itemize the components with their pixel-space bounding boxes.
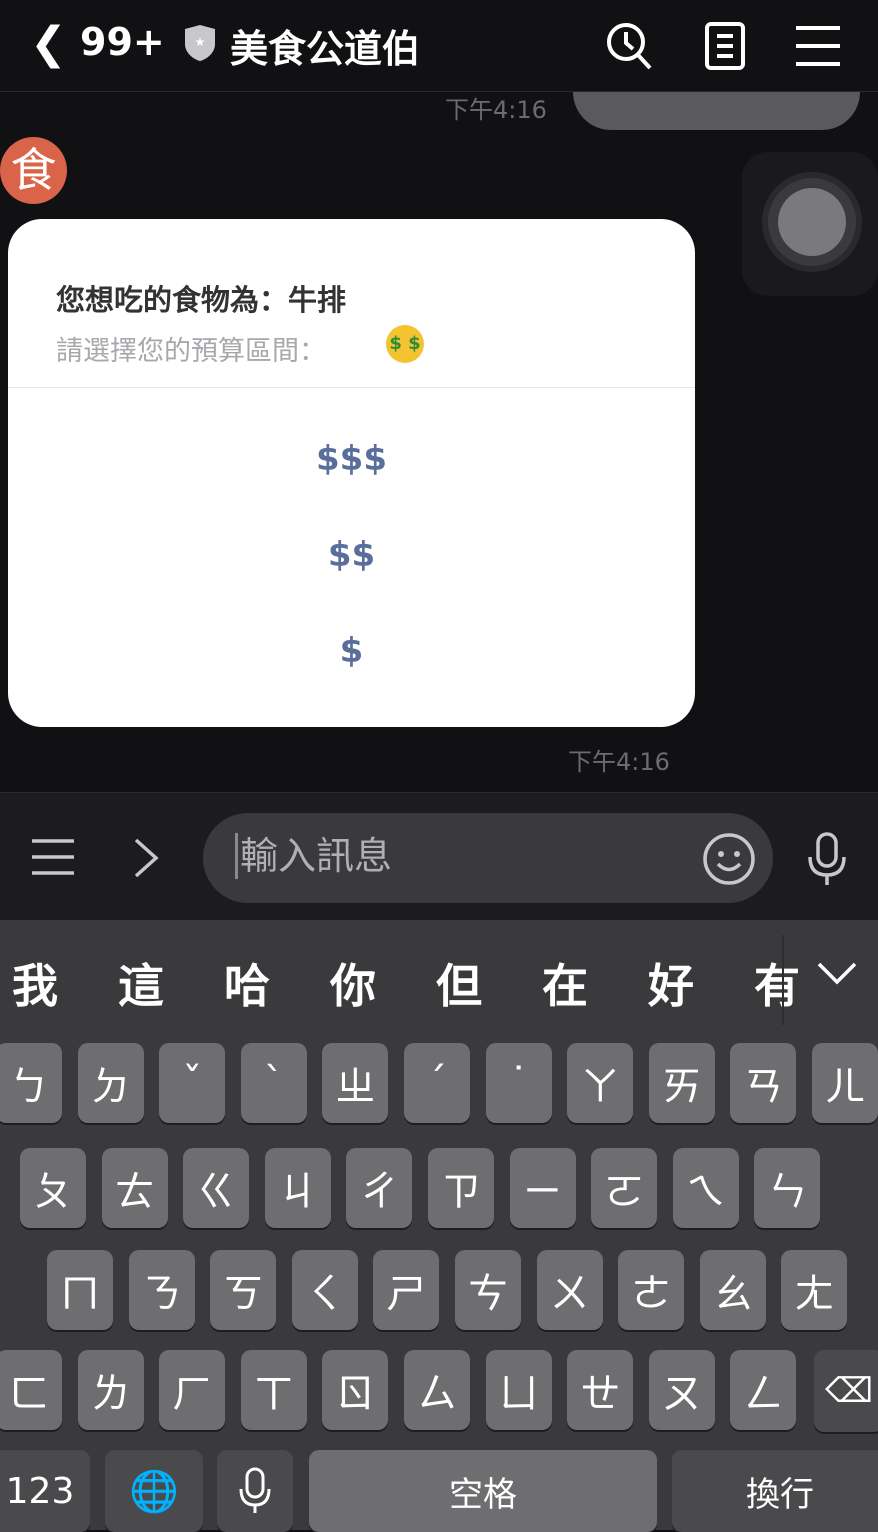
key-zhuyin[interactable]: ㄈ bbox=[0, 1350, 62, 1430]
key-zhuyin[interactable]: ㄔ bbox=[346, 1148, 413, 1228]
chevron-right-icon[interactable] bbox=[130, 837, 160, 879]
numbers-key[interactable]: 123 bbox=[0, 1450, 90, 1532]
key-zhuyin[interactable]: ㄞ bbox=[648, 1043, 715, 1123]
key-zhuyin[interactable]: ㄒ bbox=[240, 1350, 307, 1430]
key-zhuyin[interactable]: ㄓ bbox=[322, 1043, 389, 1123]
delete-key[interactable]: ⌫ bbox=[814, 1350, 878, 1432]
key-zhuyin[interactable]: ㄢ bbox=[730, 1043, 797, 1123]
key-zhuyin[interactable]: ㄦ bbox=[812, 1043, 878, 1123]
candidate-word[interactable]: 有 bbox=[754, 950, 800, 1016]
key-zhuyin[interactable]: ㄟ bbox=[672, 1148, 739, 1228]
option-mid-budget[interactable]: $$ bbox=[8, 535, 695, 575]
keyboard: 我這哈你但在好有 ㄅㄉ ˇ ˋ ㄓ ˊ ˙ ㄚㄞㄢㄦㄆㄊㄍㄐㄔㄗㄧㄛㄟㄣㄇㄋㄎㄑㄕㄘㄨㄜㄠㄤ… bbox=[0, 920, 878, 1532]
key-zhuyin[interactable]: ㄌ bbox=[77, 1350, 144, 1430]
card-divider bbox=[8, 387, 695, 388]
key-zhuyin[interactable]: ㄉ bbox=[77, 1043, 144, 1123]
space-key[interactable]: 空格 bbox=[309, 1450, 657, 1532]
key-zhuyin[interactable]: ㄧ bbox=[509, 1148, 576, 1228]
menu-icon[interactable] bbox=[792, 20, 844, 72]
microphone-icon[interactable] bbox=[806, 831, 848, 887]
message-input[interactable]: 輸入訊息 bbox=[203, 813, 773, 903]
key-zhuyin[interactable]: ㄝ bbox=[567, 1350, 634, 1430]
candidate-word[interactable]: 我 bbox=[12, 950, 58, 1016]
candidate-word[interactable]: 你 bbox=[330, 950, 376, 1016]
return-key[interactable]: 換行 bbox=[672, 1450, 878, 1532]
key-zhuyin[interactable]: ㄜ bbox=[618, 1250, 685, 1330]
key-zhuyin[interactable]: ㄋ bbox=[128, 1250, 195, 1330]
microphone-icon bbox=[239, 1467, 271, 1513]
chat-area: 我想吃牛排 下午4:16 食 您想吃的食物為：牛排 請選擇您的預算區間： $ $… bbox=[0, 92, 878, 792]
dictation-key[interactable] bbox=[217, 1450, 293, 1532]
key-zhuyin[interactable]: ㄐ bbox=[264, 1148, 331, 1228]
key-zhuyin[interactable]: ㄗ bbox=[428, 1148, 494, 1228]
key-zhuyin[interactable]: ㄍ bbox=[183, 1148, 250, 1228]
key-zhuyin[interactable]: ㄎ bbox=[210, 1250, 277, 1330]
budget-card: 您想吃的食物為：牛排 請選擇您的預算區間： $ $ $$$ $$ $ bbox=[8, 219, 695, 727]
key-zhuyin[interactable]: ㄩ bbox=[485, 1350, 552, 1430]
svg-text:★: ★ bbox=[195, 35, 206, 49]
key-zhuyin[interactable]: ㄅ bbox=[0, 1043, 62, 1123]
key-zhuyin[interactable]: ㄇ bbox=[47, 1250, 113, 1330]
key-zhuyin[interactable]: ˊ bbox=[404, 1043, 470, 1123]
candidate-word[interactable]: 在 bbox=[542, 950, 588, 1016]
chat-header: ❮ 99+ ★ 美食公道伯 bbox=[0, 0, 878, 92]
candidate-bar: 我這哈你但在好有 bbox=[0, 920, 878, 1040]
money-face-emoji-icon: $ $ bbox=[386, 325, 424, 363]
sent-message-time: 下午4:16 bbox=[445, 96, 547, 124]
received-message-time: 下午4:16 bbox=[568, 748, 670, 776]
key-zhuyin[interactable]: ㄘ bbox=[455, 1250, 521, 1330]
shield-star-icon: ★ bbox=[185, 25, 215, 61]
card-subtitle: 請選擇您的預算區間： bbox=[56, 336, 326, 367]
key-zhuyin[interactable]: ˋ bbox=[240, 1043, 307, 1123]
key-zhuyin[interactable]: ㄨ bbox=[536, 1250, 603, 1330]
card-question: 您想吃的食物為：牛排 bbox=[56, 283, 347, 317]
unread-count[interactable]: 99+ bbox=[80, 20, 165, 64]
key-zhuyin[interactable]: ㄖ bbox=[322, 1350, 389, 1430]
notes-icon[interactable] bbox=[700, 20, 752, 72]
back-button[interactable]: ❮ bbox=[30, 18, 67, 69]
key-zhuyin[interactable]: ˇ bbox=[159, 1043, 226, 1123]
chevron-down-icon[interactable] bbox=[816, 960, 858, 986]
option-high-budget[interactable]: $$$ bbox=[8, 439, 695, 479]
candidate-word[interactable]: 好 bbox=[648, 950, 694, 1016]
search-clock-icon[interactable] bbox=[602, 20, 654, 72]
key-zhuyin[interactable]: ㄊ bbox=[101, 1148, 168, 1228]
key-zhuyin[interactable]: ㄕ bbox=[373, 1250, 440, 1330]
sent-message-bubble[interactable]: 我想吃牛排 bbox=[573, 92, 860, 130]
key-zhuyin[interactable]: ㄑ bbox=[291, 1250, 358, 1330]
chat-title: 美食公道伯 bbox=[230, 27, 421, 71]
candidate-divider bbox=[782, 935, 784, 1025]
candidate-word[interactable]: 哈 bbox=[224, 950, 270, 1016]
key-zhuyin[interactable]: ㄏ bbox=[159, 1350, 226, 1430]
candidate-word[interactable]: 這 bbox=[118, 950, 164, 1016]
assistive-touch-dot bbox=[778, 188, 846, 256]
key-zhuyin[interactable]: ˙ bbox=[485, 1043, 552, 1123]
key-zhuyin[interactable]: ㄆ bbox=[20, 1148, 86, 1228]
globe-key[interactable]: 🌐 bbox=[105, 1450, 203, 1532]
key-zhuyin[interactable]: ㄡ bbox=[648, 1350, 715, 1430]
candidate-word[interactable]: 但 bbox=[436, 950, 482, 1016]
menu-icon[interactable] bbox=[30, 837, 76, 877]
key-zhuyin[interactable]: ㄥ bbox=[730, 1350, 797, 1430]
message-input-placeholder: 輸入訊息 bbox=[235, 833, 392, 879]
option-low-budget[interactable]: $ bbox=[8, 631, 695, 671]
key-zhuyin[interactable]: ㄚ bbox=[567, 1043, 634, 1123]
key-zhuyin[interactable]: ㄠ bbox=[699, 1250, 766, 1330]
key-zhuyin[interactable]: ㄣ bbox=[754, 1148, 821, 1228]
input-bar: 輸入訊息 bbox=[0, 792, 878, 920]
emoji-icon[interactable] bbox=[701, 831, 757, 887]
key-zhuyin[interactable]: ㄙ bbox=[404, 1350, 470, 1430]
key-zhuyin[interactable]: ㄛ bbox=[591, 1148, 658, 1228]
bot-avatar[interactable]: 食 bbox=[0, 137, 67, 204]
key-zhuyin[interactable]: ㄤ bbox=[781, 1250, 848, 1330]
